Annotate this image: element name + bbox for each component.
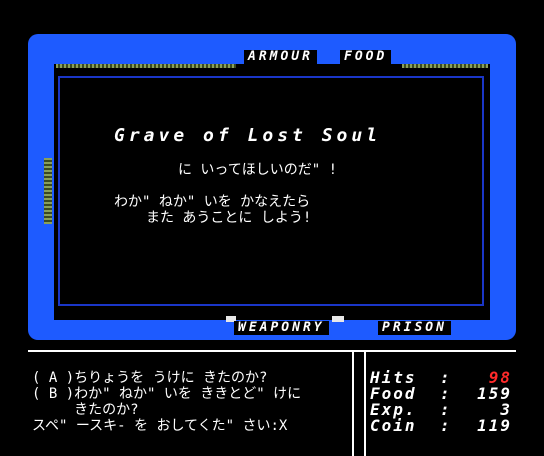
message-prompt: スペ" ースキ- を おしてくた" さい:X bbox=[32, 418, 288, 434]
stat-coin: Coin : 119 bbox=[370, 418, 512, 434]
dialog-line-3: わか" ねか" いを かなえたら bbox=[114, 194, 311, 210]
hedge-top-left bbox=[56, 64, 236, 68]
room-label-weaponry: WEAPONRY bbox=[234, 321, 329, 335]
room-label-food: FOOD bbox=[340, 50, 392, 64]
message-option-a[interactable]: ( A )ちりょうを うけに きたのか? bbox=[32, 370, 267, 386]
message-line-3: きたのか? bbox=[32, 402, 139, 418]
stat-coin-label: Coin bbox=[370, 416, 417, 435]
room-label-prison: PRISON bbox=[378, 321, 451, 335]
dialog-box: Grave of Lost Soul に いってほしいのだ" ! わか" ねか"… bbox=[58, 76, 484, 306]
hedge-left bbox=[44, 158, 52, 224]
message-option-b[interactable]: ( B )わか" ねか" いを ききとど" けに bbox=[32, 386, 301, 402]
dialog-title: Grave of Lost Soul bbox=[114, 125, 382, 146]
stat-coin-value: 119 bbox=[477, 416, 512, 435]
panel-divider-vertical bbox=[352, 350, 366, 456]
stat-coin-colon: : bbox=[440, 416, 450, 435]
hedge-top-right bbox=[402, 64, 488, 68]
panel-divider-horizontal bbox=[28, 350, 516, 352]
gate-bottom-right bbox=[332, 316, 344, 322]
dialog-line-2: に いってほしいのだ" ! bbox=[178, 162, 338, 178]
room-label-armour: ARMOUR bbox=[244, 50, 317, 64]
dialog-line-4: また あうことに しよう! bbox=[146, 210, 312, 226]
